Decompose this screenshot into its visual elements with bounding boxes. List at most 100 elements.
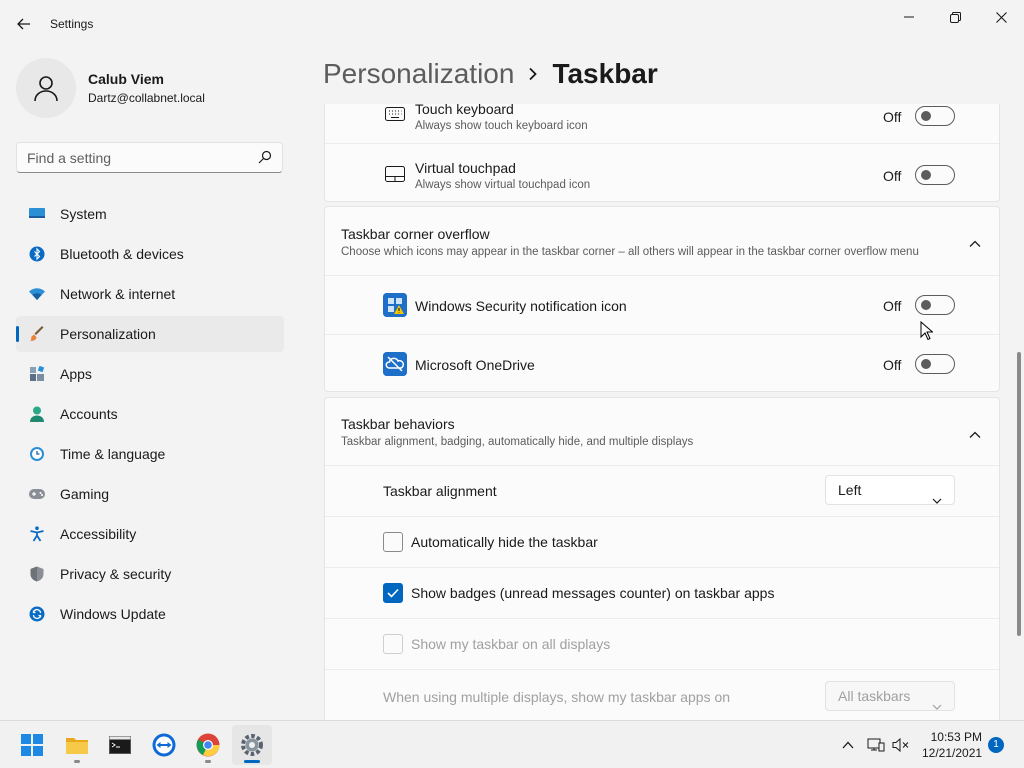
sidebar-item-windows-update[interactable]: Windows Update <box>16 596 284 632</box>
search-box[interactable] <box>16 142 283 173</box>
apps-icon <box>28 365 46 383</box>
sidebar-item-gaming[interactable]: Gaming <box>16 476 284 512</box>
back-button[interactable] <box>12 12 36 36</box>
sidebar-item-accessibility[interactable]: Accessibility <box>16 516 284 552</box>
content-scrollbar[interactable] <box>1017 352 1021 636</box>
badges-label[interactable]: Show badges (unread messages counter) on… <box>411 585 774 601</box>
taskbar-alignment-dropdown[interactable]: Left <box>825 475 955 505</box>
setting-row-onedrive: Microsoft OneDrive Off <box>325 334 999 393</box>
onedrive-toggle[interactable] <box>915 354 955 374</box>
chevron-up-icon[interactable] <box>969 235 981 253</box>
sidebar-item-personalization[interactable]: Personalization <box>16 316 284 352</box>
touchpad-icon <box>385 166 405 187</box>
avatar <box>16 58 76 118</box>
touch-keyboard-toggle[interactable] <box>915 106 955 126</box>
corner-overflow-card: Taskbar corner overflow Choose which ico… <box>324 206 1000 392</box>
search-icon[interactable] <box>258 150 272 169</box>
minimize-icon <box>904 16 914 18</box>
sidebar-item-label: Privacy & security <box>60 566 172 582</box>
start-icon <box>21 734 43 756</box>
sidebar-item-time-language[interactable]: Time & language <box>16 436 284 472</box>
person-icon <box>34 76 58 102</box>
dropdown-value: All taskbars <box>838 688 911 704</box>
chevron-up-icon[interactable] <box>838 735 858 755</box>
toggle-state-label: Off <box>883 109 902 125</box>
multi-display-dropdown: All taskbars <box>825 681 955 711</box>
system-clock[interactable]: 10:53 PM 12/21/2021 <box>922 729 982 761</box>
setting-title: Virtual touchpad <box>415 160 516 176</box>
sidebar-item-label: Windows Update <box>60 606 166 622</box>
corner-overflow-header[interactable]: Taskbar corner overflow Choose which ico… <box>325 207 999 275</box>
file-explorer-icon <box>66 738 88 754</box>
user-profile[interactable]: Calub Viem Dartz@collabnet.local <box>16 58 205 118</box>
shield-icon <box>28 565 46 583</box>
sidebar-nav: System Bluetooth & devices Network & int… <box>16 196 284 636</box>
setting-row-taskbar-alignment: Taskbar alignment Left <box>325 465 999 516</box>
close-button[interactable] <box>978 4 1024 30</box>
all-displays-checkbox <box>383 634 403 654</box>
clock-date: 12/21/2021 <box>922 746 983 760</box>
wifi-icon <box>28 285 46 303</box>
section-title: Taskbar behaviors <box>341 416 455 432</box>
accessibility-icon <box>28 525 46 543</box>
section-title: Taskbar corner overflow <box>341 226 490 242</box>
settings-content: Touch keyboard Always show touch keyboar… <box>324 104 1000 720</box>
setting-row-multi-display: When using multiple displays, show my ta… <box>325 669 999 720</box>
settings-button[interactable] <box>232 725 272 765</box>
setting-row-windows-security: Windows Security notification icon Off <box>325 275 999 334</box>
sidebar-item-label: Apps <box>60 366 92 382</box>
maximize-button[interactable] <box>932 4 978 30</box>
sidebar-item-apps[interactable]: Apps <box>16 356 284 392</box>
windows-taskbar: 10:53 PM 12/21/2021 1 <box>0 720 1024 768</box>
settings-icon <box>241 734 263 756</box>
sidebar-item-label: Time & language <box>60 446 166 462</box>
bluetooth-icon <box>28 245 46 263</box>
auto-hide-checkbox[interactable] <box>383 532 403 552</box>
auto-hide-label[interactable]: Automatically hide the taskbar <box>411 534 598 550</box>
gamepad-icon <box>28 485 46 503</box>
sidebar-item-privacy-security[interactable]: Privacy & security <box>16 556 284 592</box>
sidebar-item-label: Accessibility <box>60 526 137 542</box>
taskbar-alignment-label: Taskbar alignment <box>383 483 497 499</box>
sidebar-item-bluetooth[interactable]: Bluetooth & devices <box>16 236 284 272</box>
chrome-button[interactable] <box>188 725 228 765</box>
sidebar-item-label: Personalization <box>60 326 156 342</box>
teamviewer-button[interactable] <box>144 725 184 765</box>
section-subtitle: Taskbar alignment, badging, automaticall… <box>341 436 694 448</box>
windows-security-toggle[interactable] <box>915 295 955 315</box>
running-indicator <box>205 760 211 763</box>
network-icon[interactable] <box>866 735 886 755</box>
page-title: Taskbar <box>552 58 658 89</box>
chevron-down-icon <box>932 691 942 719</box>
breadcrumb-parent[interactable]: Personalization <box>323 58 514 90</box>
virtual-touchpad-toggle[interactable] <box>915 165 955 185</box>
terminal-button[interactable] <box>100 725 140 765</box>
profile-email: Dartz@collabnet.local <box>88 91 205 105</box>
app-title: Settings <box>50 17 94 31</box>
sidebar-item-accounts[interactable]: Accounts <box>16 396 284 432</box>
setting-row-virtual-touchpad: Virtual touchpad Always show virtual tou… <box>325 143 999 203</box>
sound-muted-icon[interactable] <box>891 735 911 755</box>
taskbar-behaviors-header[interactable]: Taskbar behaviors Taskbar alignment, bad… <box>325 398 999 465</box>
taskbar-corner-icons-card: Touch keyboard Always show touch keyboar… <box>324 104 1000 202</box>
minimize-button[interactable] <box>886 4 932 30</box>
start-button[interactable] <box>12 725 52 765</box>
badges-checkbox[interactable] <box>383 583 403 603</box>
chrome-icon <box>196 733 220 757</box>
sidebar-item-label: Accounts <box>60 406 118 422</box>
toggle-state-label: Off <box>883 168 902 184</box>
system-icon <box>28 205 46 223</box>
sidebar-item-network[interactable]: Network & internet <box>16 276 284 312</box>
notification-badge[interactable]: 1 <box>988 737 1004 753</box>
taskbar-behaviors-card: Taskbar behaviors Taskbar alignment, bad… <box>324 397 1000 720</box>
chevron-up-icon[interactable] <box>969 426 981 444</box>
toggle-state-label: Off <box>883 357 902 373</box>
chevron-right-icon <box>528 67 538 81</box>
clock-time: 10:53 PM <box>930 730 982 744</box>
clock-icon <box>28 445 46 463</box>
running-indicator <box>74 760 80 763</box>
search-input[interactable] <box>17 143 247 172</box>
sidebar-item-system[interactable]: System <box>16 196 284 232</box>
setting-row-auto-hide: Automatically hide the taskbar <box>325 516 999 567</box>
file-explorer-button[interactable] <box>57 725 97 765</box>
